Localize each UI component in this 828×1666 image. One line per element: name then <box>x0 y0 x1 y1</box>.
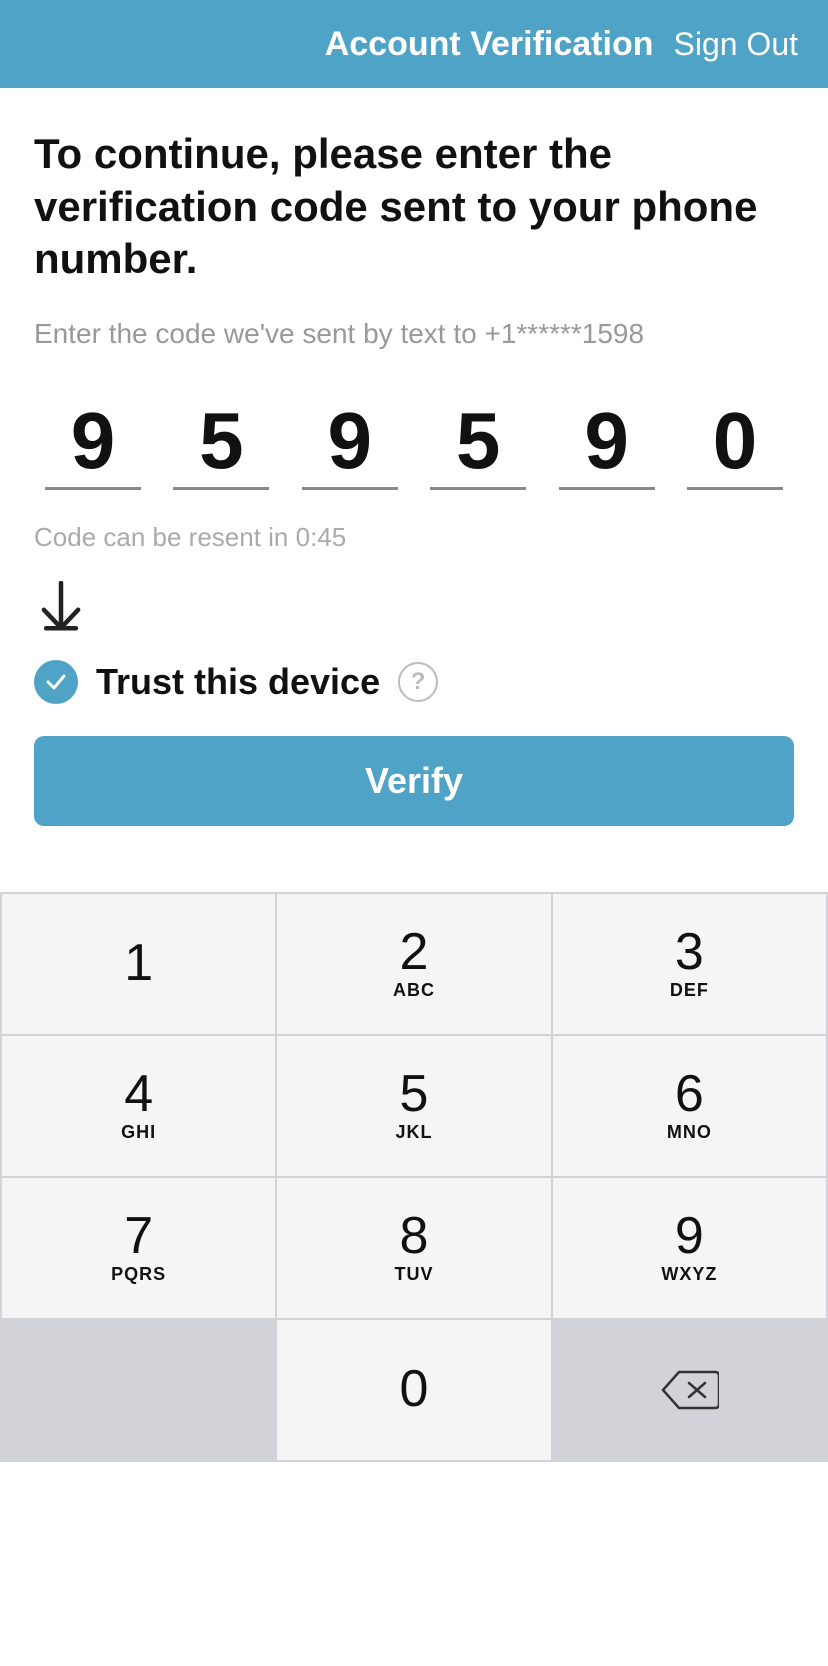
digit-3[interactable]: 9 <box>328 401 373 481</box>
digit-underline-5 <box>559 487 655 490</box>
key-7-letters: PQRS <box>111 1264 166 1285</box>
page-headline: To continue, please enter the verificati… <box>34 128 794 286</box>
digit-1[interactable]: 9 <box>71 401 116 481</box>
trust-device-label: Trust this device <box>96 661 380 703</box>
digit-box-5: 9 <box>552 401 662 490</box>
main-content: To continue, please enter the verificati… <box>0 88 828 856</box>
digit-box-1: 9 <box>38 401 148 490</box>
key-0[interactable]: 0 <box>277 1320 550 1460</box>
app-header: Account Verification Sign Out <box>0 0 828 88</box>
key-2-number: 2 <box>400 926 429 978</box>
key-8-number: 8 <box>400 1210 429 1262</box>
key-8-letters: TUV <box>394 1264 433 1285</box>
trust-device-row[interactable]: Trust this device ? <box>34 660 794 704</box>
digit-underline-3 <box>302 487 398 490</box>
key-1[interactable]: 1 <box>2 894 275 1034</box>
key-delete[interactable] <box>553 1320 826 1460</box>
key-2-letters: ABC <box>393 980 435 1001</box>
key-6-letters: MNO <box>667 1122 712 1143</box>
numeric-keypad: 1 2 ABC 3 DEF 4 GHI 5 JKL 6 MNO 7 PQRS 8… <box>0 892 828 1462</box>
sign-out-button[interactable]: Sign Out <box>673 26 798 63</box>
key-empty <box>2 1320 275 1460</box>
digit-box-2: 5 <box>166 401 276 490</box>
key-2[interactable]: 2 ABC <box>277 894 550 1034</box>
code-input-row: 9 5 9 5 9 0 <box>34 401 794 490</box>
digit-underline-4 <box>430 487 526 490</box>
key-5-number: 5 <box>400 1068 429 1120</box>
arrow-down-icon <box>34 581 794 660</box>
key-3[interactable]: 3 DEF <box>553 894 826 1034</box>
resend-timer: Code can be resent in 0:45 <box>34 522 794 553</box>
verify-button[interactable]: Verify <box>34 736 794 826</box>
key-4[interactable]: 4 GHI <box>2 1036 275 1176</box>
key-8[interactable]: 8 TUV <box>277 1178 550 1318</box>
key-6-number: 6 <box>675 1068 704 1120</box>
header-title: Account Verification <box>325 25 654 64</box>
trust-device-checkbox[interactable] <box>34 660 78 704</box>
key-4-number: 4 <box>124 1068 153 1120</box>
digit-4[interactable]: 5 <box>456 401 501 481</box>
key-9[interactable]: 9 WXYZ <box>553 1178 826 1318</box>
key-3-letters: DEF <box>670 980 709 1001</box>
key-1-number: 1 <box>124 937 153 989</box>
checkmark-icon <box>43 669 69 695</box>
digit-underline-2 <box>173 487 269 490</box>
key-4-letters: GHI <box>121 1122 156 1143</box>
key-9-letters: WXYZ <box>661 1264 717 1285</box>
key-7-number: 7 <box>124 1210 153 1262</box>
digit-6[interactable]: 0 <box>713 401 758 481</box>
key-5[interactable]: 5 JKL <box>277 1036 550 1176</box>
subtext: Enter the code we've sent by text to +1*… <box>34 314 794 353</box>
help-icon[interactable]: ? <box>398 662 438 702</box>
digit-2[interactable]: 5 <box>199 401 244 481</box>
key-5-letters: JKL <box>395 1122 432 1143</box>
digit-underline-1 <box>45 487 141 490</box>
digit-underline-6 <box>687 487 783 490</box>
delete-icon <box>659 1368 719 1412</box>
key-7[interactable]: 7 PQRS <box>2 1178 275 1318</box>
digit-box-3: 9 <box>295 401 405 490</box>
digit-5[interactable]: 9 <box>584 401 629 481</box>
key-6[interactable]: 6 MNO <box>553 1036 826 1176</box>
key-9-number: 9 <box>675 1210 704 1262</box>
digit-box-4: 5 <box>423 401 533 490</box>
digit-box-6: 0 <box>680 401 790 490</box>
key-3-number: 3 <box>675 926 704 978</box>
key-0-number: 0 <box>400 1363 429 1415</box>
